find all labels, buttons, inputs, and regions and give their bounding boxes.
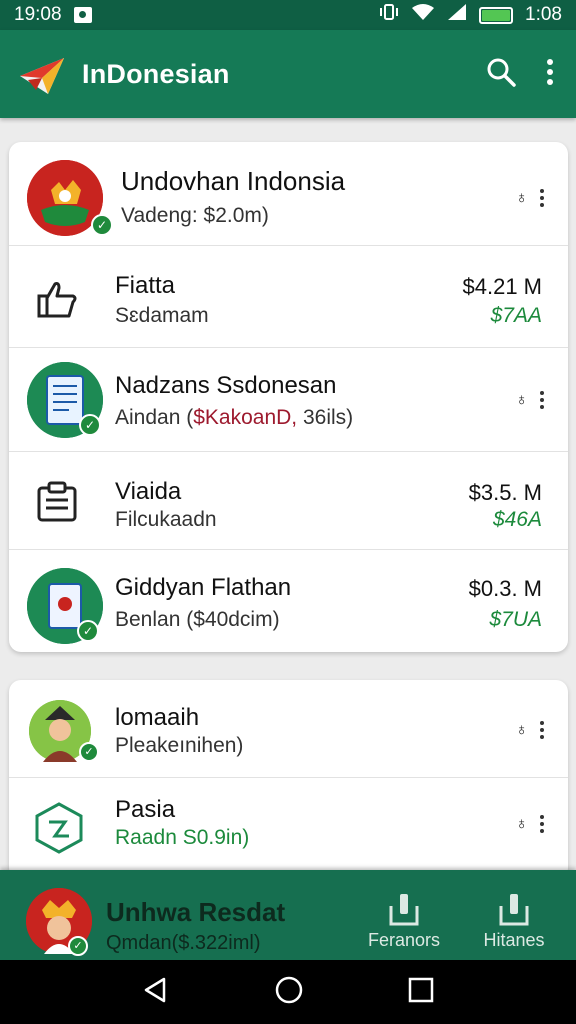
row-title: Undovhan Indonsia — [121, 166, 346, 196]
list-item[interactable]: Fiatta Sɛdamam $4.21 M $7AA — [9, 246, 568, 348]
bottom-bar: ✓ Unhwa Resdat Qmdan($.322iml) Feranors … — [0, 870, 576, 960]
list-item[interactable]: ✓ Giddyan Flathan Benlan ($40dcim) $0.3.… — [9, 550, 568, 652]
vibrate-icon — [379, 3, 399, 27]
more-vert-icon[interactable] — [546, 58, 554, 91]
status-bar: 19:08 1:08 — [0, 0, 576, 30]
row-actions[interactable]: ♁ — [515, 188, 544, 208]
row-title: Nadzans Ssdonesan — [115, 372, 337, 399]
back-icon[interactable] — [142, 976, 170, 1009]
tab-hitanes[interactable]: Hitanes — [474, 892, 554, 951]
tab-label: Hitanes — [483, 930, 545, 950]
row-amount: $4.21 M — [462, 274, 543, 299]
bottom-subtitle: Qmdan($.322iml) — [106, 932, 261, 954]
row-subtitle: Vadeng: $2.0m) — [121, 204, 269, 227]
list-item[interactable]: Viaida Filcukaadn $3.5. M $46A — [9, 452, 568, 550]
row-subtitle: Sɛdamam — [115, 304, 209, 327]
system-nav-bar — [0, 960, 576, 1024]
tab-label: Feranors — [367, 930, 441, 950]
row-amount: $0.3. M — [468, 576, 542, 601]
wifi-icon — [411, 3, 435, 27]
row-amount: $3.5. M — [468, 480, 542, 505]
tab-feranors-icon — [389, 894, 419, 926]
status-time-left: 19:08 — [14, 4, 62, 25]
row-amount-change: $7AA — [490, 304, 542, 327]
row-actions[interactable]: ♁ — [515, 814, 544, 834]
row-more-icon[interactable] — [540, 815, 544, 833]
row-title: Giddyan Flathan — [115, 574, 292, 601]
verified-check-icon: ✓ — [91, 214, 113, 236]
row-more-icon[interactable] — [540, 391, 544, 409]
row-title: lomaaih — [115, 704, 200, 731]
accounts-card: ✓ Undovhan Indonsia Vadeng: $2.0m) ♁ Fia… — [9, 142, 568, 652]
row-more-icon[interactable] — [540, 721, 544, 739]
bottom-title: Unhwa Resdat — [106, 897, 286, 927]
list-item[interactable]: ✓ Nadzans Ssdonesan Aindan ($KakoanD, 36… — [9, 348, 568, 452]
row-title: Fiatta — [115, 272, 176, 299]
row-subtitle: Filcukaadn — [115, 508, 217, 531]
row-actions[interactable]: ♁ — [515, 390, 544, 410]
row-amount-change: $46A — [492, 508, 542, 531]
row-title: Viaida — [115, 478, 182, 505]
share-icon[interactable]: ♁ — [515, 814, 528, 834]
verified-check-icon: ✓ — [79, 414, 101, 436]
row-subtitle: Benlan ($40dcim) — [115, 608, 280, 631]
tab-feranors[interactable]: Feranors — [364, 892, 444, 951]
clipboard-icon — [37, 481, 77, 522]
recents-icon[interactable] — [408, 977, 434, 1008]
list-item[interactable]: ✓ lomaaih Pleakeınihen) ♁ — [9, 680, 568, 778]
row-subtitle: Raadn S0.9in) — [115, 826, 250, 849]
verified-check-icon: ✓ — [77, 620, 99, 642]
row-subtitle: Aindan ($KakoanD, 36ils) — [115, 406, 354, 429]
list-item[interactable]: Pasia Raadn S0.9in) ♁ — [9, 778, 568, 880]
notification-icon — [73, 7, 92, 23]
verified-check-icon: ✓ — [68, 936, 88, 956]
row-subtitle: Pleakeınihen) — [115, 734, 244, 757]
share-icon[interactable]: ♁ — [515, 188, 528, 208]
app-logo-icon — [20, 58, 64, 94]
row-more-icon[interactable] — [540, 189, 544, 207]
search-icon[interactable] — [486, 57, 516, 92]
status-time-right: 1:08 — [525, 4, 562, 25]
row-actions[interactable]: ♁ — [515, 720, 544, 740]
verified-check-icon: ✓ — [79, 742, 99, 762]
payment-badge-icon — [35, 802, 83, 854]
home-icon[interactable] — [274, 975, 304, 1010]
thumbs-up-icon — [37, 282, 77, 318]
app-bar: InDonesian — [0, 30, 576, 118]
contacts-card: ✓ lomaaih Pleakeınihen) ♁ Pasia Raadn S0… — [9, 680, 568, 880]
share-icon[interactable]: ♁ — [515, 720, 528, 740]
share-icon[interactable]: ♁ — [515, 390, 528, 410]
battery-icon — [479, 6, 514, 24]
tab-hitanes-icon — [499, 894, 529, 926]
row-amount-change: $7UA — [489, 608, 542, 631]
app-title: InDonesian — [82, 58, 230, 89]
row-title: Pasia — [115, 796, 176, 823]
list-item[interactable]: ✓ Undovhan Indonsia Vadeng: $2.0m) ♁ — [9, 142, 568, 246]
signal-icon — [447, 3, 467, 27]
